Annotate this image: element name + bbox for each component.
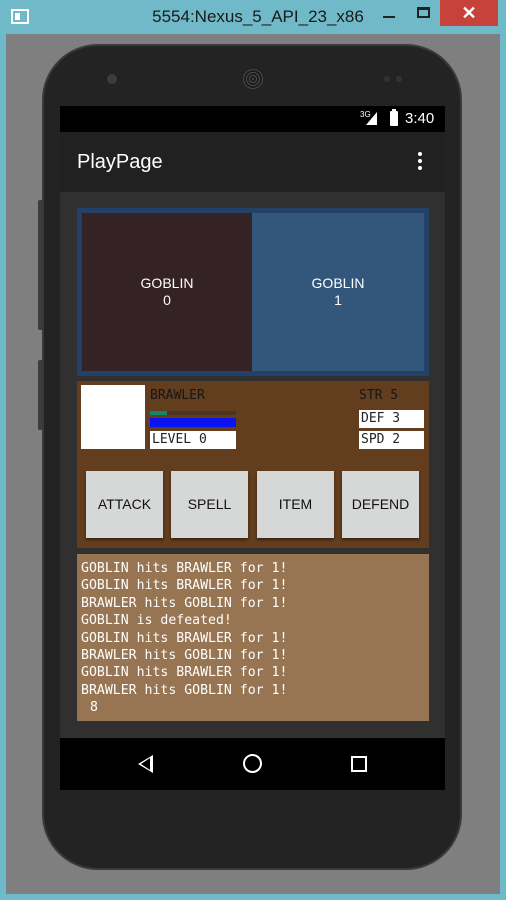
log-line: BRAWLER hits GOBLIN for 1! bbox=[81, 595, 288, 611]
sensor-icon bbox=[396, 76, 402, 82]
minimize-button[interactable] bbox=[372, 0, 406, 26]
log-line: GOBLIN hits BRAWLER for 1! bbox=[81, 665, 288, 681]
signal-icon bbox=[366, 112, 377, 125]
minimize-icon bbox=[383, 16, 395, 18]
page-title: PlayPage bbox=[77, 151, 163, 173]
sensor-icon bbox=[384, 76, 390, 82]
hero-panel: BRAWLER LEVEL 0 STR 5 DEF 3 SPD 2 ATTACK… bbox=[77, 381, 429, 548]
log-line: GOBLIN is defeated! bbox=[81, 613, 232, 629]
overflow-menu-icon[interactable] bbox=[412, 152, 428, 172]
monster-name: GOBLIN bbox=[140, 275, 194, 291]
defend-button[interactable]: DEFEND bbox=[342, 471, 419, 538]
emulator-titlebar: 5554:Nexus_5_API_23_x86 ✕ bbox=[0, 0, 506, 34]
hero-spd: SPD 2 bbox=[359, 431, 424, 449]
hp-bar-fill bbox=[150, 411, 168, 415]
close-icon: ✕ bbox=[461, 3, 477, 23]
monster-index: 0 bbox=[163, 292, 171, 308]
log-line: GOBLIN hits BRAWLER for 1! bbox=[81, 561, 288, 576]
battle-log: GOBLIN hits BRAWLER for 1! GOBLIN hits B… bbox=[77, 554, 429, 721]
log-line: GOBLIN hits BRAWLER for 1! bbox=[81, 578, 288, 594]
log-line: BRAWLER hits GOBLIN for 1! bbox=[81, 682, 288, 698]
monster-card-1[interactable]: GOBLIN 1 bbox=[252, 213, 424, 371]
log-count: 8 bbox=[90, 700, 98, 716]
recent-apps-icon[interactable] bbox=[351, 756, 367, 772]
monster-panel: GOBLIN 0 GOBLIN 1 bbox=[77, 208, 429, 376]
maximize-icon bbox=[416, 7, 430, 18]
log-line: GOBLIN hits BRAWLER for 1! bbox=[81, 630, 288, 646]
navigation-bar bbox=[60, 738, 445, 790]
close-button[interactable]: ✕ bbox=[440, 0, 498, 26]
play-content: GOBLIN 0 GOBLIN 1 BRAWLER LEVEL 0 STR 5 … bbox=[60, 192, 445, 738]
monster-name: GOBLIN bbox=[311, 275, 365, 291]
earpiece-speaker-icon bbox=[243, 69, 263, 89]
battery-icon bbox=[390, 109, 398, 126]
log-line: BRAWLER hits GOBLIN for 1! bbox=[81, 648, 288, 664]
xp-bar-fill bbox=[150, 418, 236, 427]
maximize-button[interactable] bbox=[406, 0, 440, 26]
monster-index: 1 bbox=[334, 292, 342, 308]
back-icon[interactable] bbox=[138, 755, 153, 773]
spell-button[interactable]: SPELL bbox=[171, 471, 248, 538]
hero-level: LEVEL 0 bbox=[150, 431, 236, 449]
attack-button[interactable]: ATTACK bbox=[86, 471, 163, 538]
hero-def: DEF 3 bbox=[359, 410, 424, 428]
xp-bar bbox=[150, 418, 236, 427]
status-time: 3:40 bbox=[405, 110, 435, 127]
hp-bar bbox=[150, 411, 236, 415]
hero-name: BRAWLER bbox=[150, 388, 205, 403]
front-camera-icon bbox=[107, 74, 117, 84]
app-bar: PlayPage bbox=[60, 132, 445, 192]
hero-portrait bbox=[81, 385, 145, 449]
home-icon[interactable] bbox=[243, 754, 262, 773]
device-screen: 3G 3:40 PlayPage GOBLIN 0 GOBLIN 1 BRAWL… bbox=[60, 106, 445, 790]
status-bar: 3G 3:40 bbox=[60, 106, 445, 132]
monster-card-0[interactable]: GOBLIN 0 bbox=[82, 213, 252, 371]
hero-str: STR 5 bbox=[359, 388, 399, 403]
item-button[interactable]: ITEM bbox=[257, 471, 334, 538]
